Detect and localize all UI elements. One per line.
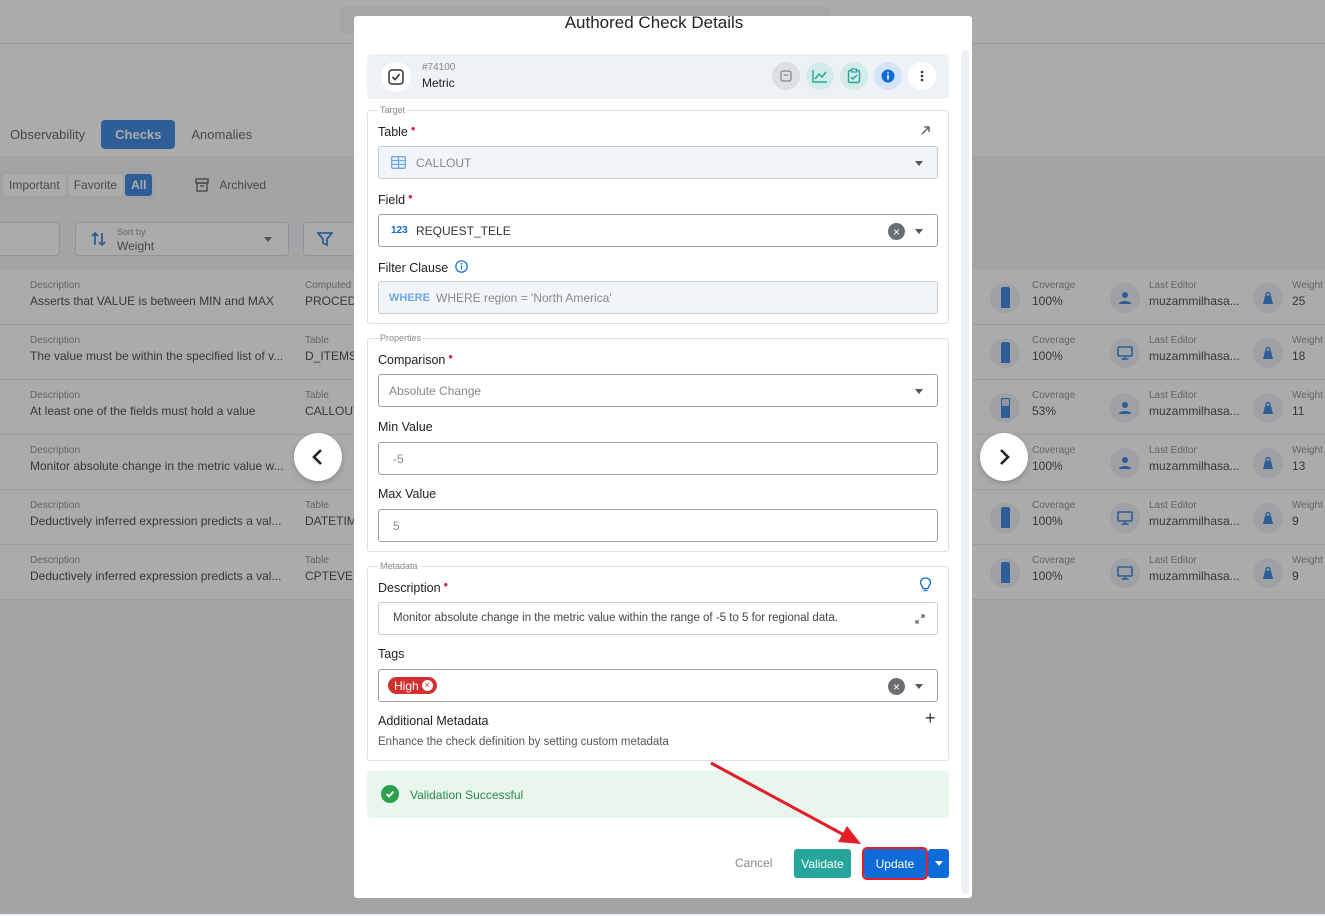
- line-chart-icon: [812, 70, 827, 83]
- lightbulb-icon[interactable]: [919, 577, 932, 593]
- tags-select[interactable]: High × ×: [378, 669, 938, 702]
- field-select[interactable]: 123 REQUEST_TELE ×: [378, 214, 938, 247]
- validate-button[interactable]: Validate: [794, 849, 851, 878]
- field-label: Field •: [378, 189, 413, 207]
- check-header: #74100 Metric: [367, 54, 949, 99]
- field-label-text: Field: [378, 193, 406, 207]
- chevron-down-icon: [935, 861, 943, 866]
- min-value: -5: [393, 452, 404, 466]
- table-label: Table •: [378, 121, 416, 139]
- numeric-type-icon: 123: [391, 225, 408, 236]
- clipboard-check-icon: [847, 68, 861, 84]
- update-options-button[interactable]: [928, 849, 949, 878]
- clear-icon[interactable]: ×: [888, 678, 905, 695]
- min-value-input[interactable]: -5: [378, 442, 938, 475]
- table-icon: [391, 156, 406, 169]
- additional-metadata-label: Additional Metadata: [378, 714, 489, 728]
- table-select[interactable]: CALLOUT: [378, 146, 938, 179]
- info-button[interactable]: [874, 62, 902, 90]
- notes-button[interactable]: [772, 62, 800, 90]
- comparison-label: Comparison •: [378, 349, 453, 367]
- properties-legend: Properties: [378, 333, 424, 343]
- max-value-label: Max Value: [378, 487, 437, 501]
- check-type: Metric: [422, 76, 455, 90]
- comparison-value: Absolute Change: [389, 384, 482, 398]
- next-check-button[interactable]: [980, 433, 1028, 481]
- filter-clause-label: Filter Clause: [378, 259, 468, 275]
- checklist-button[interactable]: [840, 62, 868, 90]
- field-value: REQUEST_TELE: [416, 224, 511, 238]
- update-button[interactable]: Update: [862, 847, 928, 880]
- note-icon: [780, 70, 792, 82]
- table-label-text: Table: [378, 125, 408, 139]
- required-marker: •: [410, 121, 416, 136]
- metadata-section: Metadata Description • Monitor absolute c…: [367, 561, 949, 761]
- description-label: Description •: [378, 577, 449, 595]
- filter-clause-text: Filter Clause: [378, 261, 449, 275]
- description-label-text: Description: [378, 581, 441, 595]
- max-value-input[interactable]: 5: [378, 509, 938, 542]
- chevron-down-icon: [915, 389, 923, 394]
- max-value: 5: [393, 519, 400, 533]
- chart-button[interactable]: [806, 62, 834, 90]
- expand-icon[interactable]: [915, 614, 925, 624]
- clear-icon[interactable]: ×: [888, 223, 905, 240]
- required-marker: •: [448, 349, 453, 364]
- more-vertical-icon: [920, 70, 924, 82]
- description-value: Monitor absolute change in the metric va…: [393, 612, 838, 624]
- info-icon: [881, 69, 895, 83]
- filter-clause-placeholder: WHERE region = 'North America': [436, 291, 612, 305]
- modal-scrollbar[interactable]: [961, 50, 969, 894]
- check-details-modal: Authored Check Details #74100 Metric Tar…: [354, 16, 972, 898]
- target-legend: Target: [378, 105, 408, 115]
- plus-icon[interactable]: +: [925, 708, 936, 729]
- tag-chip-label: High: [394, 678, 419, 693]
- check-icon: [381, 62, 411, 92]
- chevron-down-icon: [915, 684, 923, 689]
- cancel-button[interactable]: Cancel: [735, 856, 772, 870]
- required-marker: •: [443, 577, 449, 592]
- table-value: CALLOUT: [416, 156, 472, 170]
- chevron-right-icon: [1000, 449, 1010, 465]
- target-section: Target Table • CALLOUT Field • 123 REQUEST…: [367, 105, 949, 324]
- metadata-legend: Metadata: [378, 561, 420, 571]
- additional-metadata-hint: Enhance the check definition by setting …: [378, 736, 669, 748]
- check-id: #74100: [422, 62, 456, 73]
- more-options-button[interactable]: [908, 62, 936, 90]
- tags-label: Tags: [378, 647, 405, 661]
- modal-title: Authored Check Details: [564, 16, 744, 32]
- info-icon[interactable]: [454, 260, 468, 273]
- comparison-select[interactable]: Absolute Change: [378, 374, 938, 407]
- open-external-icon[interactable]: [920, 125, 931, 136]
- properties-section: Properties Comparison • Absolute Change M…: [367, 333, 949, 552]
- description-input[interactable]: Monitor absolute change in the metric va…: [378, 602, 938, 635]
- remove-tag-icon[interactable]: ×: [421, 680, 433, 691]
- chevron-down-icon: [915, 229, 923, 234]
- chevron-down-icon: [915, 161, 923, 166]
- where-keyword: WHERE: [389, 292, 430, 304]
- validation-banner: Validation Successful: [367, 771, 949, 818]
- chevron-left-icon: [312, 449, 322, 465]
- tag-chip[interactable]: High ×: [388, 677, 437, 694]
- check-circle-icon: [381, 785, 399, 803]
- comparison-label-text: Comparison: [378, 353, 446, 367]
- previous-check-button[interactable]: [294, 433, 342, 481]
- filter-clause-input[interactable]: WHERE WHERE region = 'North America': [378, 281, 938, 314]
- min-value-label: Min Value: [378, 420, 433, 434]
- validation-message: Validation Successful: [410, 788, 524, 802]
- required-marker: •: [408, 189, 413, 204]
